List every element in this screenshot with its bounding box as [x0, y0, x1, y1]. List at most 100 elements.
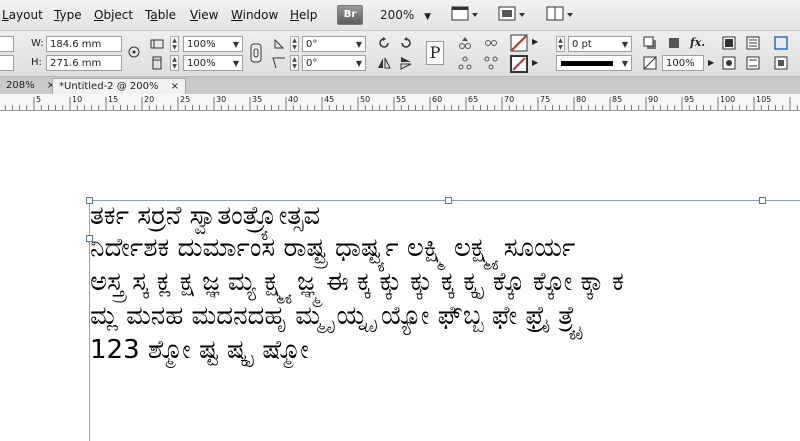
reference-point-icon[interactable] — [127, 45, 141, 59]
ruler-tick-label: 35 — [252, 95, 263, 104]
menu-view-rest: iew — [197, 8, 219, 22]
width-label: W: — [31, 38, 44, 49]
menu-window-rest: indow — [242, 8, 279, 22]
x-position-field[interactable] — [0, 36, 14, 52]
zoom-level-value: 200% — [380, 8, 415, 22]
effects-fx-icon[interactable]: fx. — [690, 36, 705, 49]
scale-x-spinner[interactable]: ▲ ▼ — [170, 36, 179, 52]
menu-window[interactable]: Window — [231, 8, 278, 22]
rotate-clockwise-icon[interactable] — [377, 36, 391, 50]
rotate-spinner[interactable]: ▲ ▼ — [290, 36, 299, 52]
bridge-button[interactable]: Br — [337, 5, 363, 25]
menu-layout[interactable]: Layout — [2, 8, 43, 22]
width-value: 184.6 mm — [50, 39, 102, 50]
document-tab-2[interactable]: *Untitled-2 @ 200% × — [52, 78, 187, 94]
scale-y-field[interactable]: 100% ▼ — [183, 55, 243, 71]
fill-arrow-icon[interactable]: ▶ — [532, 37, 538, 46]
stroke-weight-field[interactable]: 0 pt ▼ — [568, 36, 632, 52]
scale-y-spinner[interactable]: ▲ ▼ — [170, 55, 179, 71]
shear-field[interactable]: 0° ▼ — [302, 55, 366, 71]
text-wrap-none-icon[interactable] — [722, 36, 736, 50]
ruler-tick-label: 70 — [504, 95, 515, 104]
document-text-line[interactable]: ನಿರ್ದೇಶಕ ದುರ್ಮಾಂಸ ರಾಷ್ಟ್ರ ಧಾರ್ಷ್ಟ್ಯ ಲಕ್ಷ… — [90, 233, 575, 263]
chevron-down-icon: ▼ — [621, 59, 628, 68]
menu-help-rest: elp — [299, 8, 318, 22]
constrain-proportions-icon[interactable] — [250, 43, 262, 63]
chevron-down-icon: ▼ — [355, 59, 362, 68]
horizontal-ruler[interactable]: 5 10 15 20 25 30 35 40 45 50 55 60 65 70 75 80 85 90 95 100… — [0, 94, 800, 111]
menu-type[interactable]: Type — [54, 8, 82, 22]
ruler-tick-label: 10 — [72, 95, 83, 104]
arrange-documents-icon[interactable] — [545, 5, 575, 23]
text-wrap-bbox-icon[interactable] — [746, 36, 760, 50]
stroke-weight-spinner[interactable]: ▲ ▼ — [556, 36, 565, 52]
document-text-line[interactable]: ಅಸ್ತ್ರ ಸ್ಕ ಕ್ಲ ಕ್ಷ ಜ್ಞ ಮ್ಯ ಕ್ಷ್ಮ್ಯ ಜ್ಞ್ಮ… — [90, 267, 624, 297]
ruler-tick-label: 100 — [720, 95, 736, 104]
chevron-down-icon: ▼ — [355, 40, 362, 49]
fill-swatch-icon[interactable] — [510, 34, 528, 52]
select-content-icon[interactable] — [484, 36, 498, 50]
shear-icon — [272, 57, 285, 69]
ruler-tick-label: 20 — [144, 95, 155, 104]
ruler-tick-label: 30 — [216, 95, 227, 104]
stroke-arrow-icon[interactable]: ▶ — [532, 58, 538, 67]
ruler-tick-label: 95 — [684, 95, 695, 104]
chevron-down-icon: ▼ — [424, 12, 432, 22]
ruler-tick-label: 80 — [576, 95, 587, 104]
text-wrap-jump-icon[interactable] — [746, 56, 760, 70]
width-field[interactable]: 184.6 mm — [46, 36, 122, 52]
document-text-line[interactable]: ಮ್ಲ ಮನಹ ಮದನದಹೃ ಮ್ಮೃ ಯ್ನೃ ಯ್ಯೋ ಫೆ್ಬ್ಬ ಫೇ … — [90, 301, 583, 331]
opacity-value: 100% — [666, 58, 695, 69]
ruler-tick-label: 75 — [540, 95, 551, 104]
shear-spinner[interactable]: ▲ ▼ — [290, 55, 299, 71]
rotate-icon — [274, 38, 285, 49]
rotate-field[interactable]: 0° ▼ — [302, 36, 366, 52]
ruler-tick-label: 50 — [360, 95, 371, 104]
frame-fitting-icon[interactable] — [774, 36, 788, 50]
screen-mode-icon[interactable] — [497, 5, 527, 23]
frame-handle-top-right[interactable] — [759, 197, 766, 204]
control-panel: W: 184.6 mm H: 271.6 mm ▲ ▼ 100% ▼ ▲ ▼ 100%… — [0, 31, 800, 77]
ruler-tick-label: 65 — [468, 95, 479, 104]
menu-view[interactable]: View — [190, 8, 218, 22]
opacity-field[interactable]: 100% — [662, 55, 704, 71]
height-field[interactable]: 271.6 mm — [46, 55, 122, 71]
menu-help[interactable]: Help — [290, 8, 317, 22]
flip-horizontal-icon[interactable] — [377, 56, 391, 70]
scale-x-value: 100% — [187, 39, 216, 50]
opacity-arrow-icon[interactable]: ▶ — [708, 58, 714, 67]
chevron-down-icon: ▼ — [232, 59, 239, 68]
text-wrap-shape-icon[interactable] — [722, 56, 736, 70]
select-next-icon[interactable] — [484, 56, 498, 70]
ruler-tick-label: 40 — [288, 95, 299, 104]
stroke-swatch-icon[interactable] — [510, 55, 528, 73]
menu-object-rest: bject — [103, 8, 134, 22]
frame-handle-top-middle[interactable] — [445, 197, 452, 204]
rotate-counterclockwise-icon[interactable] — [399, 36, 413, 50]
shadow-toggle-icon[interactable] — [667, 36, 681, 50]
stroke-type-dropdown[interactable]: ▼ — [556, 55, 632, 71]
ruler-tick-label: 45 — [324, 95, 335, 104]
y-position-field[interactable] — [0, 55, 14, 71]
flip-vertical-icon[interactable] — [399, 56, 413, 70]
chevron-down-icon: ▼ — [621, 40, 628, 49]
document-text-line[interactable]: 123 ಶ್ಮೋ ಷ್ಟ ಷ್ಕೃ ಷ್ಮೋ — [90, 335, 309, 365]
menu-table[interactable]: Table — [145, 8, 176, 22]
chevron-down-icon: ▼ — [232, 40, 239, 49]
document-text-line[interactable]: ತರ್ಕ ಸರ್ರನೆ ಸ್ವಾತಂತ್ರ್ಯೋತ್ಸವ — [90, 201, 320, 231]
close-icon[interactable]: × — [171, 81, 179, 92]
fit-content-icon[interactable] — [774, 56, 788, 70]
paragraph-indicator: P — [426, 41, 444, 65]
ruler-tick-label: 90 — [648, 95, 659, 104]
ruler-tick-label: 5 — [36, 95, 42, 104]
select-container-icon[interactable] — [458, 36, 472, 50]
document-canvas[interactable]: ತರ್ಕ ಸರ್ರನೆ ಸ್ವಾತಂತ್ರ್ಯೋತ್ಸವ ನಿರ್ದೇಶಕ ದು… — [0, 111, 800, 441]
zoom-level-dropdown[interactable]: 200% ▼ — [380, 8, 431, 22]
drop-shadow-icon[interactable] — [643, 36, 657, 50]
stroke-type-preview — [561, 61, 613, 66]
opacity-icon — [643, 56, 657, 70]
view-options-icon[interactable] — [450, 5, 480, 23]
select-previous-icon[interactable] — [458, 56, 472, 70]
menu-object[interactable]: Object — [94, 8, 133, 22]
scale-x-field[interactable]: 100% ▼ — [183, 36, 243, 52]
